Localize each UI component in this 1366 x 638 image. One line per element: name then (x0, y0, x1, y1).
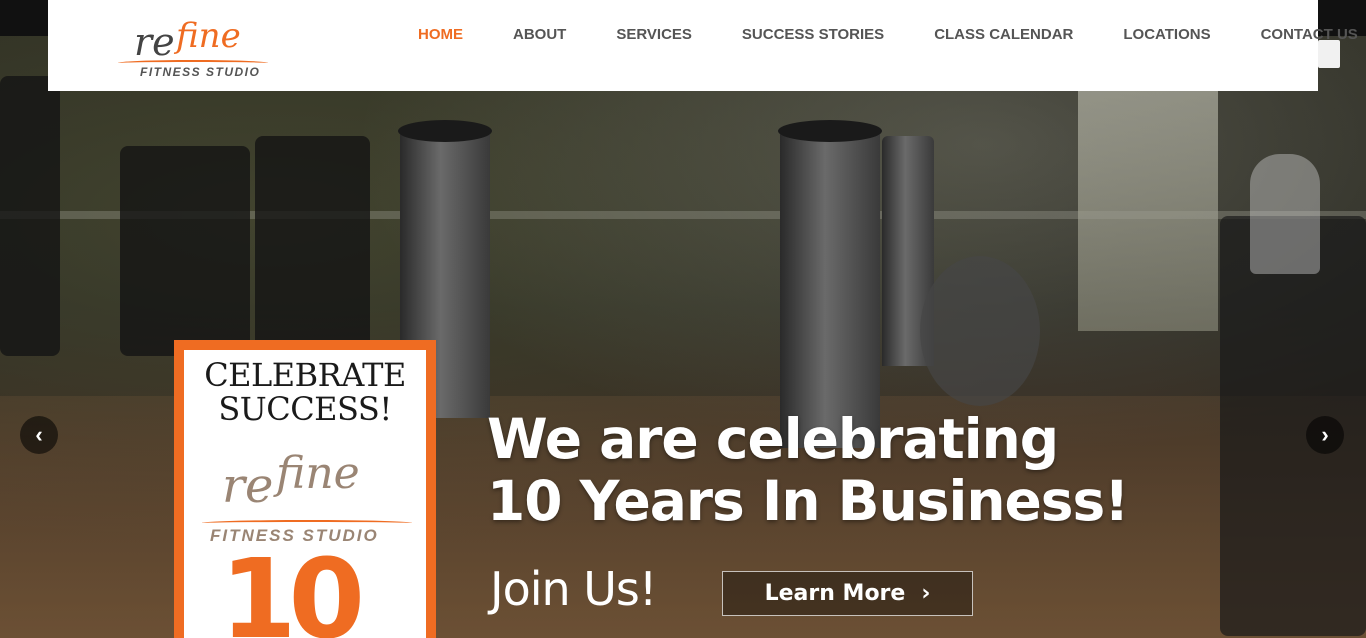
main-nav: HOME ABOUT SERVICES SUCCESS STORIES CLAS… (418, 26, 1358, 46)
nav-class-calendar[interactable]: CLASS CALENDAR (934, 26, 1073, 46)
chevron-right-icon: › (1321, 422, 1329, 447)
nav-contact-us[interactable]: CONTACT US (1261, 26, 1358, 46)
site-header: re fine FITNESS STUDIO HOME ABOUT SERVIC… (48, 0, 1358, 91)
weight-column-cap (398, 120, 492, 142)
slider-next-button[interactable]: › (1306, 416, 1344, 454)
promo-title-line2: SUCCESS! (218, 390, 392, 428)
logo-text-fine: fine (176, 16, 241, 56)
nav-success-stories[interactable]: SUCCESS STORIES (742, 26, 884, 46)
learn-more-button[interactable]: Learn More › (722, 571, 973, 616)
gym-machine (920, 256, 1040, 406)
nav-services[interactable]: SERVICES (616, 26, 692, 46)
site-logo[interactable]: re fine FITNESS STUDIO (118, 6, 268, 82)
learn-more-label: Learn More (764, 581, 906, 606)
logo-subtitle: FITNESS STUDIO (140, 65, 261, 79)
treadmill-console (255, 136, 370, 356)
treadmill-console (120, 146, 250, 356)
bike-machine (1220, 216, 1366, 636)
nav-home[interactable]: HOME (418, 26, 463, 46)
gym-machine (0, 76, 60, 356)
promo-logo-re: re (222, 458, 274, 514)
chevron-right-icon: › (921, 581, 931, 606)
promo-logo-fine: fine (276, 448, 360, 499)
hero-headline-line1: We are celebrating (487, 407, 1059, 471)
promo-card-inner: CELEBRATE SUCCESS! re fine FITNESS STUDI… (184, 350, 426, 638)
slider-prev-button[interactable]: ‹ (20, 416, 58, 454)
nav-about[interactable]: ABOUT (513, 26, 566, 46)
promo-title-line1: CELEBRATE (204, 356, 406, 394)
person-on-bike (1250, 154, 1320, 274)
logo-text-re: re (134, 20, 175, 64)
hero-headline: We are celebrating 10 Years In Business! (487, 407, 1129, 533)
promo-anniversary-number: 10 (220, 535, 365, 638)
weight-column-cap (778, 120, 882, 142)
aed-sign-icon (1318, 40, 1340, 68)
join-us-text: Join Us! (490, 562, 657, 616)
chevron-left-icon: ‹ (35, 422, 43, 447)
promo-celebrate-card: CELEBRATE SUCCESS! re fine FITNESS STUDI… (174, 340, 436, 638)
hero-headline-line2: 10 Years In Business! (487, 469, 1129, 533)
weight-column (780, 128, 880, 448)
nav-locations[interactable]: LOCATIONS (1123, 26, 1210, 46)
